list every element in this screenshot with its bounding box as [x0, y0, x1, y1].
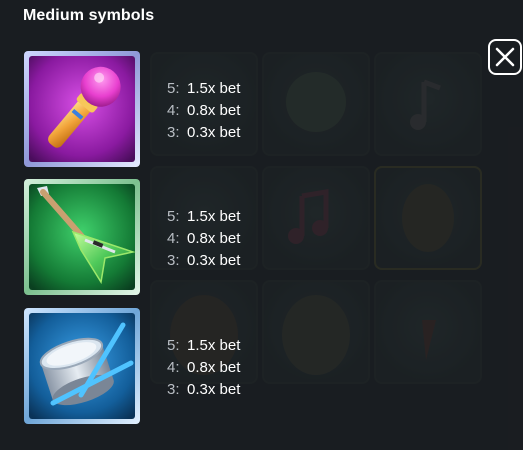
- payout-list: 5: 1.5x bet 4: 0.8x bet 3: 0.3x bet: [167, 206, 240, 272]
- payout-line: 3: 0.3x bet: [167, 122, 240, 144]
- payout-line: 3: 0.3x bet: [167, 379, 240, 401]
- payout-line: 3: 0.3x bet: [167, 250, 240, 272]
- electric-guitar-icon: [24, 179, 140, 295]
- close-button[interactable]: [488, 39, 522, 75]
- symbol-row-drum: 5: 1.5x bet 4: 0.8x bet 3: 0.3x bet: [23, 307, 323, 427]
- drum-icon: [24, 308, 140, 424]
- payout-count: 3:: [167, 124, 180, 141]
- payout-count: 3:: [167, 381, 180, 398]
- payout-count: 4:: [167, 230, 180, 247]
- payout-line: 5: 1.5x bet: [167, 78, 240, 100]
- payout-line: 5: 1.5x bet: [167, 206, 240, 228]
- payout-line: 4: 0.8x bet: [167, 357, 240, 379]
- guitar-symbol-frame: [23, 178, 141, 296]
- payout-line: 5: 1.5x bet: [167, 335, 240, 357]
- close-icon: [495, 47, 515, 67]
- payout-count: 5:: [167, 337, 180, 354]
- payout-value: 0.3x bet: [187, 124, 241, 141]
- payout-value: 1.5x bet: [187, 208, 241, 225]
- payout-value: 1.5x bet: [187, 337, 241, 354]
- payout-count: 5:: [167, 80, 180, 97]
- payout-list: 5: 1.5x bet 4: 0.8x bet 3: 0.3x bet: [167, 335, 240, 401]
- payout-value: 0.8x bet: [187, 102, 241, 119]
- payout-value: 1.5x bet: [187, 80, 241, 97]
- symbol-row-guitar: 5: 1.5x bet 4: 0.8x bet 3: 0.3x bet: [23, 178, 323, 298]
- payout-value: 0.8x bet: [187, 359, 241, 376]
- payout-line: 4: 0.8x bet: [167, 100, 240, 122]
- payout-count: 4:: [167, 102, 180, 119]
- drum-symbol-frame: [23, 307, 141, 425]
- symbol-row-microphone: 5: 1.5x bet 4: 0.8x bet 3: 0.3x bet: [23, 50, 323, 170]
- payout-count: 5:: [167, 208, 180, 225]
- microphone-symbol-frame: [23, 50, 141, 168]
- payout-count: 3:: [167, 252, 180, 269]
- payout-list: 5: 1.5x bet 4: 0.8x bet 3: 0.3x bet: [167, 78, 240, 144]
- microphone-icon: [24, 51, 140, 167]
- payout-value: 0.8x bet: [187, 230, 241, 247]
- section-title: Medium symbols: [23, 7, 155, 24]
- payout-line: 4: 0.8x bet: [167, 228, 240, 250]
- payout-value: 0.3x bet: [187, 381, 241, 398]
- payout-count: 4:: [167, 359, 180, 376]
- payout-value: 0.3x bet: [187, 252, 241, 269]
